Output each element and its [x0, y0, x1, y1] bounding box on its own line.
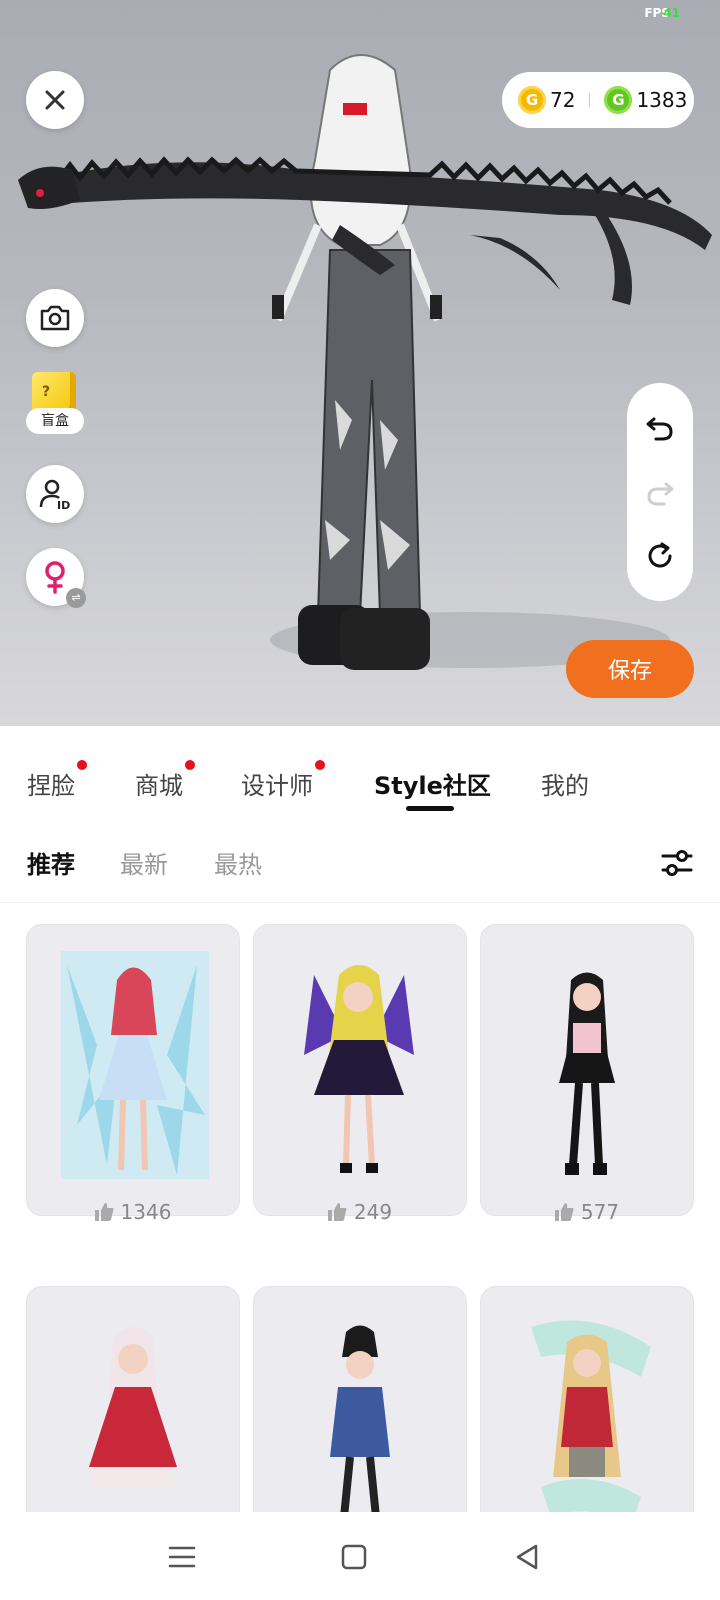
gender-switch-button[interactable]: ⇌ — [26, 548, 86, 608]
post-card[interactable] — [480, 1286, 694, 1512]
sub-tab-bar: 推荐 最新 最热 — [0, 822, 720, 903]
post-likes[interactable]: 1346 — [26, 1200, 238, 1224]
thumbs-up-icon — [94, 1203, 114, 1221]
redo-icon[interactable] — [644, 476, 676, 508]
currency-divider — [589, 93, 591, 107]
gold-coin-icon: G — [518, 86, 546, 114]
camera-icon — [40, 305, 70, 331]
save-button[interactable]: 保存 — [566, 640, 694, 698]
post-thumbnail — [304, 965, 414, 1173]
tab-designer-badge — [315, 760, 325, 770]
post-likes[interactable]: 577 — [480, 1200, 692, 1224]
reset-icon[interactable] — [644, 540, 676, 572]
thumbs-up-icon — [327, 1203, 347, 1221]
blindbox-button[interactable]: 盲盒 — [26, 372, 84, 442]
thumbs-up-icon — [554, 1203, 574, 1221]
post-thumbnail — [559, 972, 615, 1175]
tab-shop[interactable]: 商城 — [135, 760, 195, 801]
avatar-viewport[interactable]: FPS 41 G 72 G 1383 盲盒 ID ⇌ — [0, 0, 720, 726]
post-likes[interactable]: 249 — [253, 1200, 465, 1224]
close-button[interactable] — [26, 71, 84, 129]
tab-designer[interactable]: 设计师 — [241, 760, 325, 801]
tab-shop-label: 商城 — [135, 772, 183, 800]
post-card[interactable] — [480, 924, 694, 1216]
post-thumbnail — [61, 951, 209, 1179]
green-amount: 1383 — [636, 88, 688, 112]
post-card[interactable] — [26, 1286, 240, 1512]
post-thumbnail — [330, 1325, 390, 1512]
post-thumbnail — [89, 1327, 177, 1487]
tab-mine[interactable]: 我的 — [541, 766, 589, 801]
undo-icon[interactable] — [644, 411, 676, 443]
post-card[interactable] — [253, 1286, 467, 1512]
menu-icon[interactable] — [167, 1542, 197, 1572]
currency-bar[interactable]: G 72 G 1383 — [502, 72, 694, 128]
post-card[interactable] — [253, 924, 467, 1216]
female-icon — [45, 561, 65, 594]
user-id-icon: ID — [39, 479, 70, 511]
home-icon[interactable] — [339, 1542, 369, 1572]
camera-button[interactable] — [26, 289, 84, 347]
subtab-latest[interactable]: 最新 — [120, 845, 168, 880]
post-like-count: 577 — [580, 1200, 620, 1224]
gold-amount: 72 — [550, 88, 576, 112]
blindbox-label: 盲盒 — [26, 408, 84, 434]
style-post-grid: 1346 249 577 — [0, 902, 720, 1512]
post-like-count: 1346 — [120, 1200, 172, 1224]
svg-text:ID: ID — [57, 499, 70, 511]
subtab-recommended[interactable]: 推荐 — [27, 845, 75, 880]
swap-icon: ⇌ — [66, 588, 86, 608]
back-icon[interactable] — [512, 1542, 542, 1572]
fps-value: 41 — [663, 6, 680, 20]
post-card[interactable] — [26, 924, 240, 1216]
tab-style-community-label: Style社区 — [374, 772, 491, 800]
avatar-id-button[interactable]: ID — [26, 465, 84, 523]
tab-face[interactable]: 捏脸 — [27, 760, 87, 801]
tab-face-label: 捏脸 — [27, 772, 75, 800]
subtab-hottest[interactable]: 最热 — [214, 845, 262, 880]
main-tab-bar: 捏脸 商城 设计师 Style社区 我的 — [0, 726, 720, 823]
tab-designer-label: 设计师 — [241, 772, 313, 800]
post-thumbnail — [531, 1320, 651, 1512]
system-nav-bar — [0, 1512, 720, 1600]
tab-face-badge — [77, 760, 87, 770]
green-coin-icon: G — [604, 86, 633, 114]
tab-style-community[interactable]: Style社区 — [374, 766, 491, 801]
close-icon — [45, 90, 65, 110]
post-like-count: 249 — [353, 1200, 393, 1224]
tab-mine-label: 我的 — [541, 772, 589, 800]
filter-icon[interactable] — [660, 846, 694, 880]
active-tab-indicator — [406, 806, 454, 811]
history-panel — [627, 383, 693, 601]
tab-shop-badge — [185, 760, 195, 770]
